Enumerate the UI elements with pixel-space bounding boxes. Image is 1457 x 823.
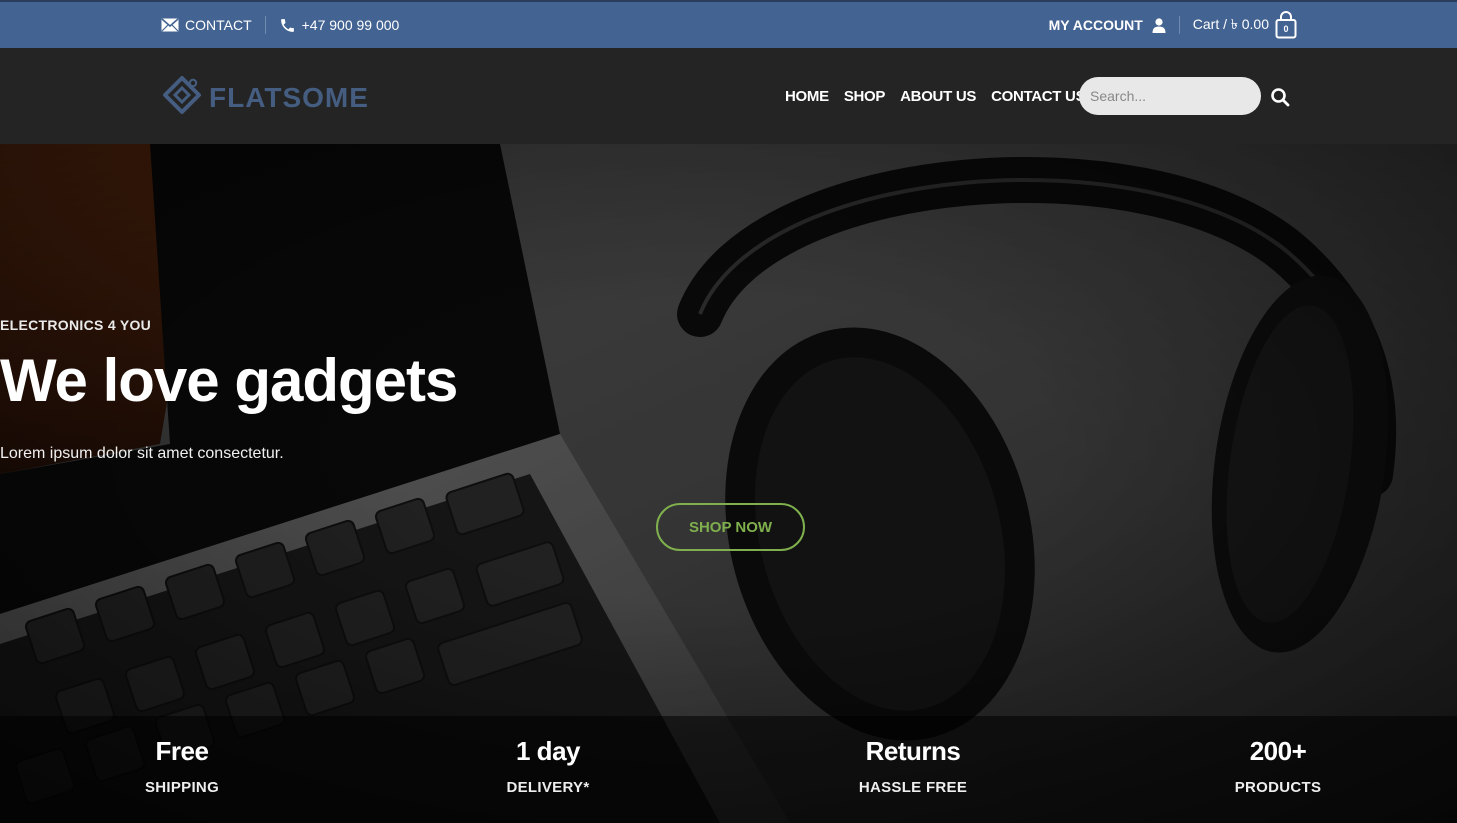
feature-subtitle: DELIVERY* (506, 779, 590, 796)
main-nav: HOME SHOP ABOUT US CONTACT US (785, 48, 1086, 144)
nav-about-us[interactable]: ABOUT US (900, 88, 976, 105)
search-icon[interactable] (1270, 87, 1290, 107)
nav-home[interactable]: HOME (785, 88, 829, 105)
feature-shipping: Free SHIPPING (62, 716, 302, 796)
feature-subtitle: HASSLE FREE (858, 779, 968, 796)
phone-icon (279, 17, 296, 34)
divider (1178, 16, 1180, 34)
feature-returns: Returns HASSLE FREE (793, 716, 1033, 796)
feature-title: Returns (865, 736, 961, 766)
phone-number: +47 900 99 000 (301, 17, 400, 33)
divider (264, 16, 266, 34)
cart-link[interactable]: Cart / ৳ 0.00 0 (1193, 11, 1297, 39)
main-header: FLATSOME HOME SHOP ABOUT US CONTACT US (0, 48, 1457, 144)
hero-subtext: Lorem ipsum dolor sit amet consectetur. (0, 445, 284, 462)
top-bar-right: MY ACCOUNT Cart / ৳ 0.00 0 (1049, 2, 1297, 48)
site-logo[interactable]: FLATSOME (161, 74, 369, 121)
my-account-link[interactable]: MY ACCOUNT (1049, 17, 1166, 33)
feature-subtitle: SHIPPING (144, 779, 220, 796)
feature-title: 1 day (516, 736, 581, 766)
user-icon (1152, 17, 1166, 33)
logo-text: FLATSOME (209, 81, 369, 113)
features-strip: Free SHIPPING 1 day DELIVERY* Returns HA… (0, 716, 1457, 823)
feature-delivery: 1 day DELIVERY* (428, 716, 668, 796)
contact-link[interactable]: CONTACT (161, 17, 252, 33)
top-bar-left: CONTACT +47 900 99 000 (161, 2, 399, 48)
contact-label: CONTACT (185, 17, 252, 33)
feature-title: 200+ (1249, 736, 1307, 766)
nav-shop[interactable]: SHOP (844, 88, 886, 105)
cart-count: 0 (1283, 24, 1289, 34)
top-bar: CONTACT +47 900 99 000 MY ACCOUNT Cart /… (0, 0, 1457, 48)
hero-banner: ELECTRONICS 4 YOU We love gadgets Lorem … (0, 144, 1457, 823)
hero-headline: We love gadgets (0, 347, 458, 414)
envelope-icon (161, 18, 179, 32)
feature-title: Free (155, 736, 209, 766)
account-label: MY ACCOUNT (1048, 17, 1143, 33)
phone-link[interactable]: +47 900 99 000 (279, 17, 400, 34)
nav-contact-us[interactable]: CONTACT US (991, 88, 1086, 105)
search-input[interactable] (1079, 77, 1261, 115)
logo-diamond-icon (161, 74, 203, 121)
feature-subtitle: PRODUCTS (1234, 779, 1322, 796)
feature-products: 200+ PRODUCTS (1158, 716, 1398, 796)
shopping-bag-icon: 0 (1275, 11, 1297, 39)
hero-eyebrow: ELECTRONICS 4 YOU (0, 317, 152, 333)
cart-label: Cart / ৳ 0.00 (1192, 16, 1269, 32)
shop-now-button[interactable]: SHOP NOW (656, 503, 805, 551)
